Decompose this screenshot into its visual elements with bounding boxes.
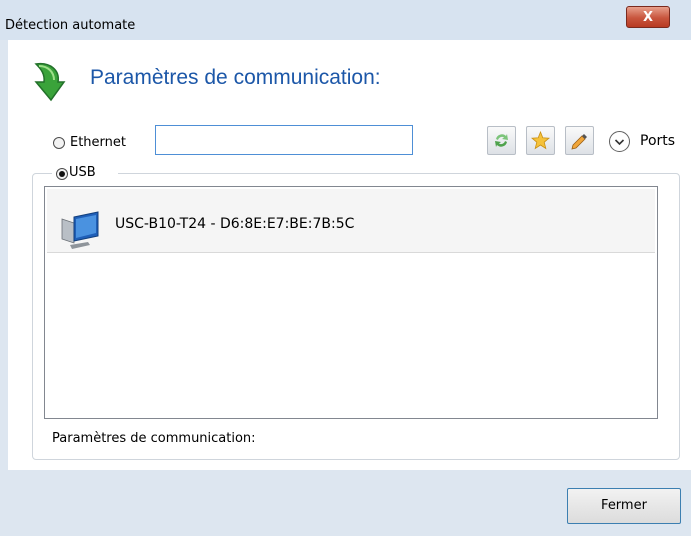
ethernet-radio[interactable] [53,137,65,149]
ports-expand-button[interactable] [609,131,630,152]
edit-pencil-icon [571,134,587,150]
chevron-down-icon [614,139,625,146]
computer-monitor-icon [61,211,99,249]
edit-button[interactable] [565,126,594,155]
usb-label[interactable]: USB [69,165,96,180]
close-button[interactable]: Fermer [567,488,681,524]
detection-dialog: Détection automate X Paramètres de commu… [0,0,691,536]
ports-label[interactable]: Ports [640,133,675,149]
list-item[interactable]: USC-B10-T24 - D6:8E:E7:BE:7B:5C [47,189,655,253]
favorite-button[interactable] [526,126,555,155]
device-name: USC-B10-T24 - D6:8E:E7:BE:7B:5C [115,216,355,232]
usb-radio[interactable] [56,168,68,180]
title-bar[interactable]: Détection automate X [0,0,691,40]
star-icon [531,131,550,150]
green-arrow-download-icon [34,62,66,102]
ethernet-label[interactable]: Ethernet [70,135,126,150]
close-window-button[interactable]: X [626,6,670,28]
window-title: Détection automate [5,18,136,33]
ethernet-address-input[interactable] [155,125,413,155]
usb-device-list[interactable]: USC-B10-T24 - D6:8E:E7:BE:7B:5C [44,186,658,419]
refresh-icon [495,134,508,147]
refresh-button[interactable] [487,126,516,155]
page-title: Paramètres de communication: [90,66,381,89]
status-text: Paramètres de communication: [52,431,256,446]
